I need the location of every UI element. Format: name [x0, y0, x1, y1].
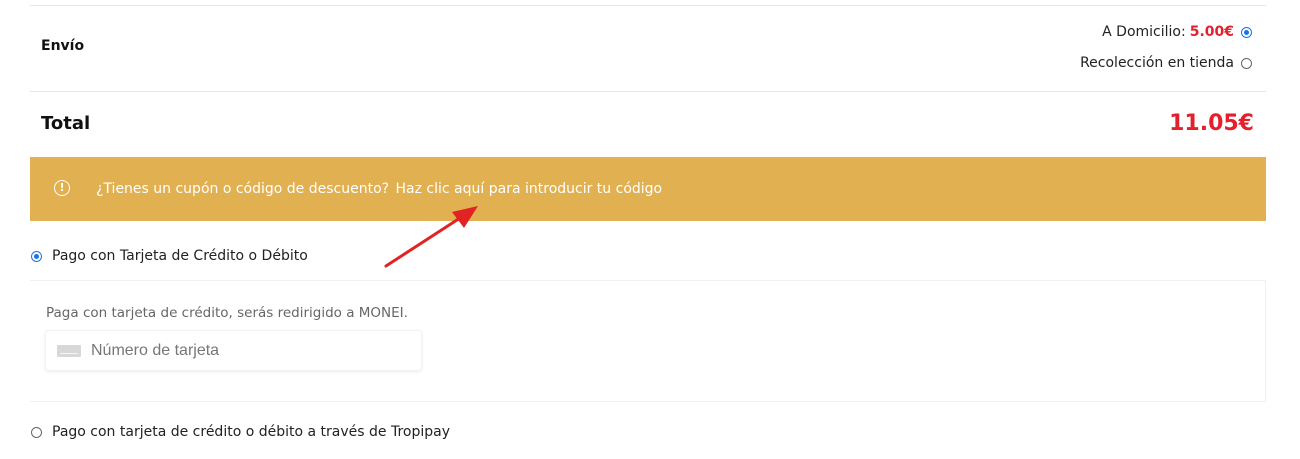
info-circle-icon: !: [54, 180, 70, 196]
annotation-arrow-icon: [384, 206, 478, 268]
shipping-option-label: A Domicilio:: [1102, 24, 1186, 40]
card-payment-panel: Paga con tarjeta de crédito, serás redir…: [30, 280, 1266, 402]
enter-coupon-link[interactable]: Haz clic aquí para introducir tu código: [396, 181, 663, 197]
shipping-option-price: 5.00€: [1189, 24, 1234, 40]
shipping-option-home-delivery[interactable]: A Domicilio: 5.00€: [1102, 24, 1252, 40]
total-value: 11.05€: [1169, 111, 1254, 136]
shipping-option-store-pickup[interactable]: Recolección en tienda: [1080, 55, 1252, 71]
home-delivery-radio[interactable]: [1241, 26, 1252, 38]
card-payment-radio[interactable]: [31, 250, 42, 262]
coupon-notice: ! ¿Tienes un cupón o código de descuento…: [30, 157, 1266, 221]
tropipay-payment-radio[interactable]: [31, 426, 42, 438]
credit-card-icon: [57, 344, 81, 357]
card-number-placeholder: Número de tarjeta: [91, 341, 220, 359]
shipping-label: Envío: [41, 38, 85, 54]
shipping-divider: [30, 91, 1266, 92]
total-label: Total: [41, 113, 91, 134]
payment-option-label: Pago con Tarjeta de Crédito o Débito: [52, 248, 308, 264]
store-pickup-radio[interactable]: [1241, 57, 1252, 69]
card-payment-description: Paga con tarjeta de crédito, serás redir…: [46, 305, 408, 321]
payment-option-card[interactable]: Pago con Tarjeta de Crédito o Débito: [31, 248, 308, 264]
card-number-input[interactable]: Número de tarjeta: [45, 330, 422, 371]
payment-option-tropipay[interactable]: Pago con tarjeta de crédito o débito a t…: [31, 424, 450, 440]
coupon-message: ¿Tienes un cupón o código de descuento? …: [96, 181, 662, 197]
top-divider: [30, 5, 1266, 6]
payment-option-label: Pago con tarjeta de crédito o débito a t…: [52, 424, 450, 440]
coupon-question: ¿Tienes un cupón o código de descuento?: [96, 181, 390, 197]
shipping-option-label: Recolección en tienda: [1080, 55, 1234, 71]
